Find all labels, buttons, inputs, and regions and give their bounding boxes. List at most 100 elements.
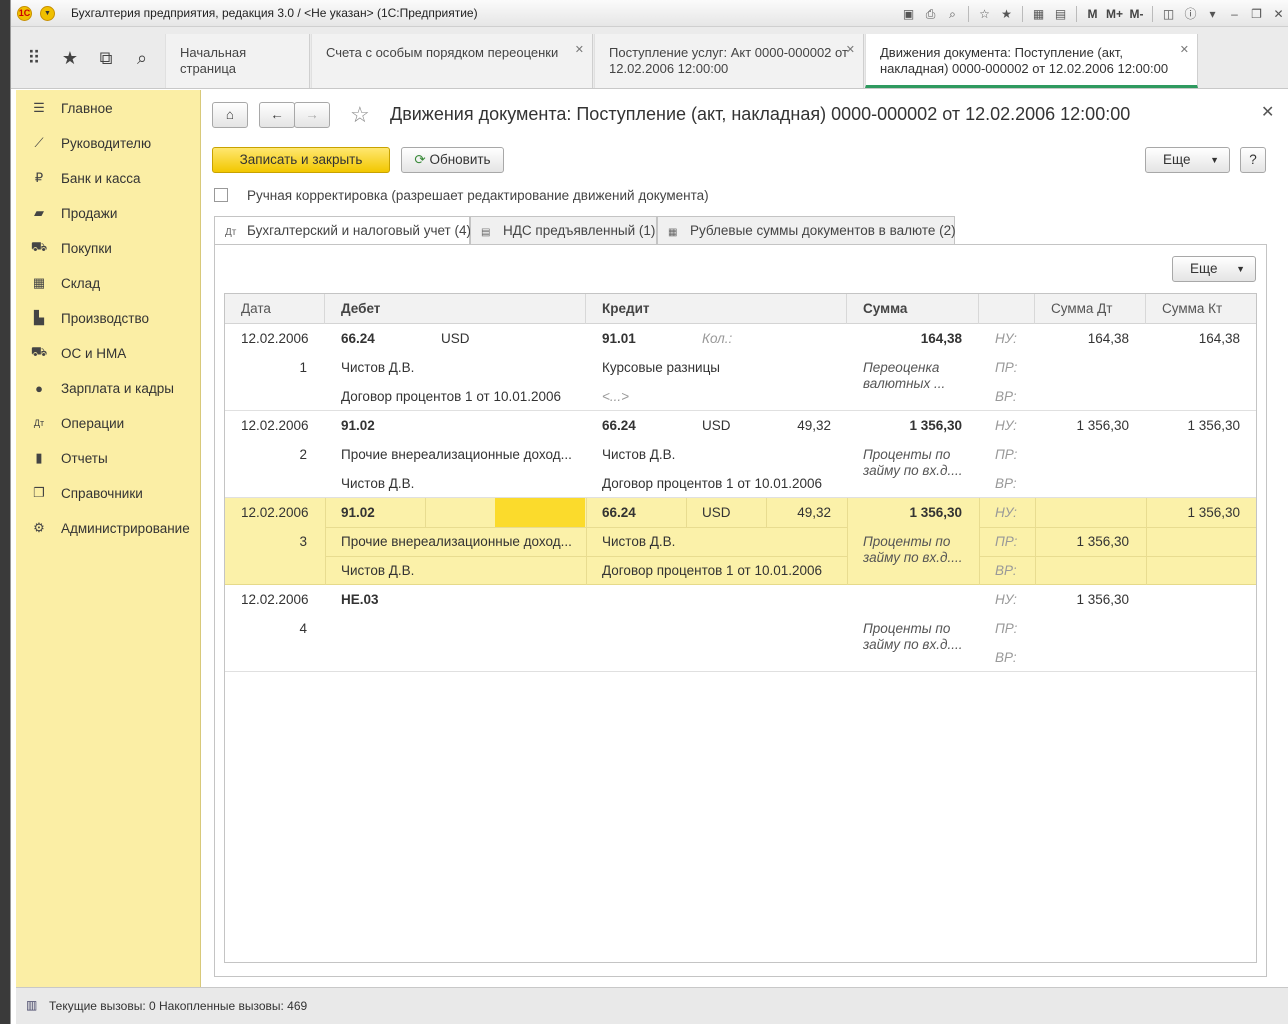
header-date[interactable]: Дата bbox=[225, 294, 325, 324]
document-form: ⌂ ← → ☆ Движения документа: Поступление … bbox=[202, 90, 1288, 987]
sidebar-item-purchases[interactable]: ⛟ Покупки bbox=[16, 236, 201, 260]
star-icon[interactable]: ☆ bbox=[350, 102, 370, 128]
memory-plus-icon[interactable]: M+ bbox=[1105, 5, 1124, 24]
app-logo-icon[interactable]: 1С bbox=[17, 6, 32, 21]
chevron-down-icon[interactable]: ▾ bbox=[1203, 5, 1222, 24]
window-title: Бухгалтерия предприятия, редакция 3.0 / … bbox=[71, 6, 478, 20]
calculator-icon[interactable]: ▦ bbox=[1029, 5, 1048, 24]
header-sum-dt[interactable]: Сумма Дт bbox=[1035, 294, 1146, 324]
help-button[interactable]: ? bbox=[1240, 147, 1266, 173]
sidebar-item-sales[interactable]: ▰ Продажи bbox=[16, 201, 201, 225]
tab-ruble-sums[interactable]: ▦ Рублевые суммы документов в валюте (2) bbox=[657, 216, 956, 244]
sidebar-item-operations[interactable]: Дт Операции bbox=[16, 411, 201, 435]
sidebar-item-bank[interactable]: ₽ Банк и касса bbox=[16, 166, 201, 190]
close-tab-icon[interactable]: ✕ bbox=[575, 42, 584, 58]
memory-minus-icon[interactable]: M- bbox=[1127, 5, 1146, 24]
sidebar-item-production[interactable]: ▙ Производство bbox=[16, 306, 201, 330]
refresh-button[interactable]: ⟳ Обновить bbox=[401, 147, 504, 173]
app-window: 1С ▼ Бухгалтерия предприятия, редакция 3… bbox=[10, 0, 1288, 1024]
current-cell[interactable] bbox=[495, 498, 585, 527]
title-toolbar: ▣ ⎙ ⌕ ☆ ★ ▦ ▤ M M+ M- ◫ ⓘ ▾ – ❐ ✕ bbox=[899, 4, 1288, 24]
table-row[interactable]: 12.02.2006 4 НЕ.03 Проценты по займу по … bbox=[225, 585, 1256, 672]
memory-icon[interactable]: M bbox=[1083, 5, 1102, 24]
header-credit[interactable]: Кредит bbox=[586, 294, 847, 324]
books-icon: ❐ bbox=[33, 485, 45, 500]
server-calls-icon: ▥ bbox=[26, 998, 38, 1012]
arrow-left-icon: ← bbox=[270, 107, 284, 122]
table-row[interactable]: 12.02.2006 2 91.02 Прочие внереализацион… bbox=[225, 411, 1256, 498]
back-button[interactable]: ← bbox=[259, 102, 295, 128]
close-tab-icon[interactable]: ✕ bbox=[1180, 42, 1189, 58]
truck-icon: ⛟ bbox=[30, 344, 48, 359]
sidebar-item-warehouse[interactable]: ▦ Склад bbox=[16, 271, 201, 295]
calendar-icon[interactable]: ▤ bbox=[1051, 5, 1070, 24]
tab-document-movements[interactable]: Движения документа: Поступление (акт, на… bbox=[865, 34, 1198, 88]
header-sum[interactable]: Сумма bbox=[847, 294, 979, 324]
tab-accounting[interactable]: Дт Бухгалтерский и налоговый учет (4) bbox=[214, 216, 471, 245]
accounting-panel: Еще ▼ Дата Дебет Кредит Сумма Сумма Дт Су… bbox=[214, 244, 1267, 977]
forward-button[interactable]: → bbox=[294, 102, 330, 128]
manual-edit-label: Ручная корректировка (разрешает редактир… bbox=[247, 188, 709, 203]
sidebar-item-reports[interactable]: ▮ Отчеты bbox=[16, 446, 201, 470]
home-button[interactable]: ⌂ bbox=[212, 102, 248, 128]
caret-down-icon: ▼ bbox=[1236, 264, 1245, 274]
save-icon[interactable]: ▣ bbox=[899, 5, 918, 24]
restore-icon[interactable]: ❐ bbox=[1247, 5, 1266, 24]
person-icon: ● bbox=[35, 380, 43, 396]
title-bar: 1С ▼ Бухгалтерия предприятия, редакция 3… bbox=[11, 0, 1288, 27]
panels-icon[interactable]: ◫ bbox=[1159, 5, 1178, 24]
register-icon: ▤ bbox=[481, 227, 491, 238]
status-text: Текущие вызовы: 0 Накопленные вызовы: 46… bbox=[49, 999, 308, 1013]
arrow-right-icon: → bbox=[305, 107, 319, 122]
sidebar-item-fixed-assets[interactable]: ⛟ ОС и НМА bbox=[16, 341, 201, 365]
table-row[interactable]: 12.02.2006 1 66.24 USD Чистов Д.В. Догов… bbox=[225, 324, 1256, 411]
print-icon[interactable]: ⎙ bbox=[921, 5, 940, 24]
chart-line-icon: ⟋ bbox=[34, 135, 44, 150]
info-icon[interactable]: ⓘ bbox=[1181, 5, 1200, 24]
main-menu-icon[interactable]: ▼ bbox=[40, 6, 55, 21]
open-pages-bar: ⠿ ★ ⧉ ⌕ Начальная страница Счета с особы… bbox=[11, 27, 1288, 89]
movements-table[interactable]: Дата Дебет Кредит Сумма Сумма Дт Сумма К… bbox=[224, 293, 1257, 963]
home-icon: ⌂ bbox=[225, 107, 235, 122]
tab-services-receipt[interactable]: Поступление услуг: Акт 0000-000002 от 12… bbox=[594, 34, 864, 88]
sidebar-item-salary[interactable]: ● Зарплата и кадры bbox=[16, 376, 201, 400]
history-icon[interactable]: ⧉ bbox=[91, 43, 121, 73]
favorites-add-icon[interactable]: ☆ bbox=[975, 5, 994, 24]
dt-kt-icon: Дт bbox=[33, 418, 45, 428]
ruble-icon: ₽ bbox=[34, 170, 44, 185]
favorites-icon[interactable]: ★ bbox=[55, 43, 85, 73]
header-sum-kt[interactable]: Сумма Кт bbox=[1146, 294, 1256, 324]
save-and-close-button[interactable]: Записать и закрыть bbox=[212, 147, 390, 173]
tab-special-revaluation[interactable]: Счета с особым порядком переоценки ✕ bbox=[311, 34, 593, 88]
header-debit[interactable]: Дебет bbox=[325, 294, 586, 324]
apps-grid-icon[interactable]: ⠿ bbox=[19, 43, 49, 73]
close-tab-icon[interactable]: ✕ bbox=[846, 42, 855, 58]
cart-icon: ⛟ bbox=[30, 239, 48, 254]
caret-down-icon: ▼ bbox=[1210, 155, 1219, 165]
factory-icon: ▙ bbox=[34, 310, 44, 325]
sidebar-item-admin[interactable]: ⚙ Администрирование bbox=[16, 516, 201, 540]
manual-edit-checkbox[interactable] bbox=[214, 188, 228, 202]
table-header: Дата Дебет Кредит Сумма Сумма Дт Сумма К… bbox=[225, 294, 1256, 324]
close-form-icon[interactable]: ✕ bbox=[1261, 102, 1274, 122]
favorites-icon[interactable]: ★ bbox=[997, 5, 1016, 24]
close-icon[interactable]: ✕ bbox=[1269, 5, 1288, 24]
table-icon: ▦ bbox=[668, 227, 678, 238]
sidebar-item-catalogs[interactable]: ❐ Справочники bbox=[16, 481, 201, 505]
sidebar-item-manager[interactable]: ⟋ Руководителю bbox=[16, 131, 201, 155]
tab-vat[interactable]: ▤ НДС предъявленный (1) bbox=[470, 216, 657, 244]
menu-icon: ☰ bbox=[33, 100, 45, 115]
bar-chart-icon: ▮ bbox=[35, 450, 43, 465]
sidebar-item-main[interactable]: ☰ Главное bbox=[16, 96, 201, 120]
grid-more-button[interactable]: Еще ▼ bbox=[1172, 256, 1256, 282]
preview-icon[interactable]: ⌕ bbox=[943, 5, 962, 24]
more-button[interactable]: Еще ▼ bbox=[1145, 147, 1230, 173]
warehouse-icon: ▦ bbox=[32, 275, 46, 290]
gear-icon: ⚙ bbox=[33, 520, 45, 535]
dt-kt-icon: Дт bbox=[225, 227, 237, 238]
header-type bbox=[979, 294, 1035, 324]
tab-home[interactable]: Начальная страница bbox=[165, 34, 310, 88]
table-row-selected[interactable]: 12.02.2006 3 91.02 Прочие внереализацион… bbox=[225, 498, 1256, 585]
search-icon[interactable]: ⌕ bbox=[127, 43, 157, 73]
minimize-icon[interactable]: – bbox=[1225, 5, 1244, 24]
